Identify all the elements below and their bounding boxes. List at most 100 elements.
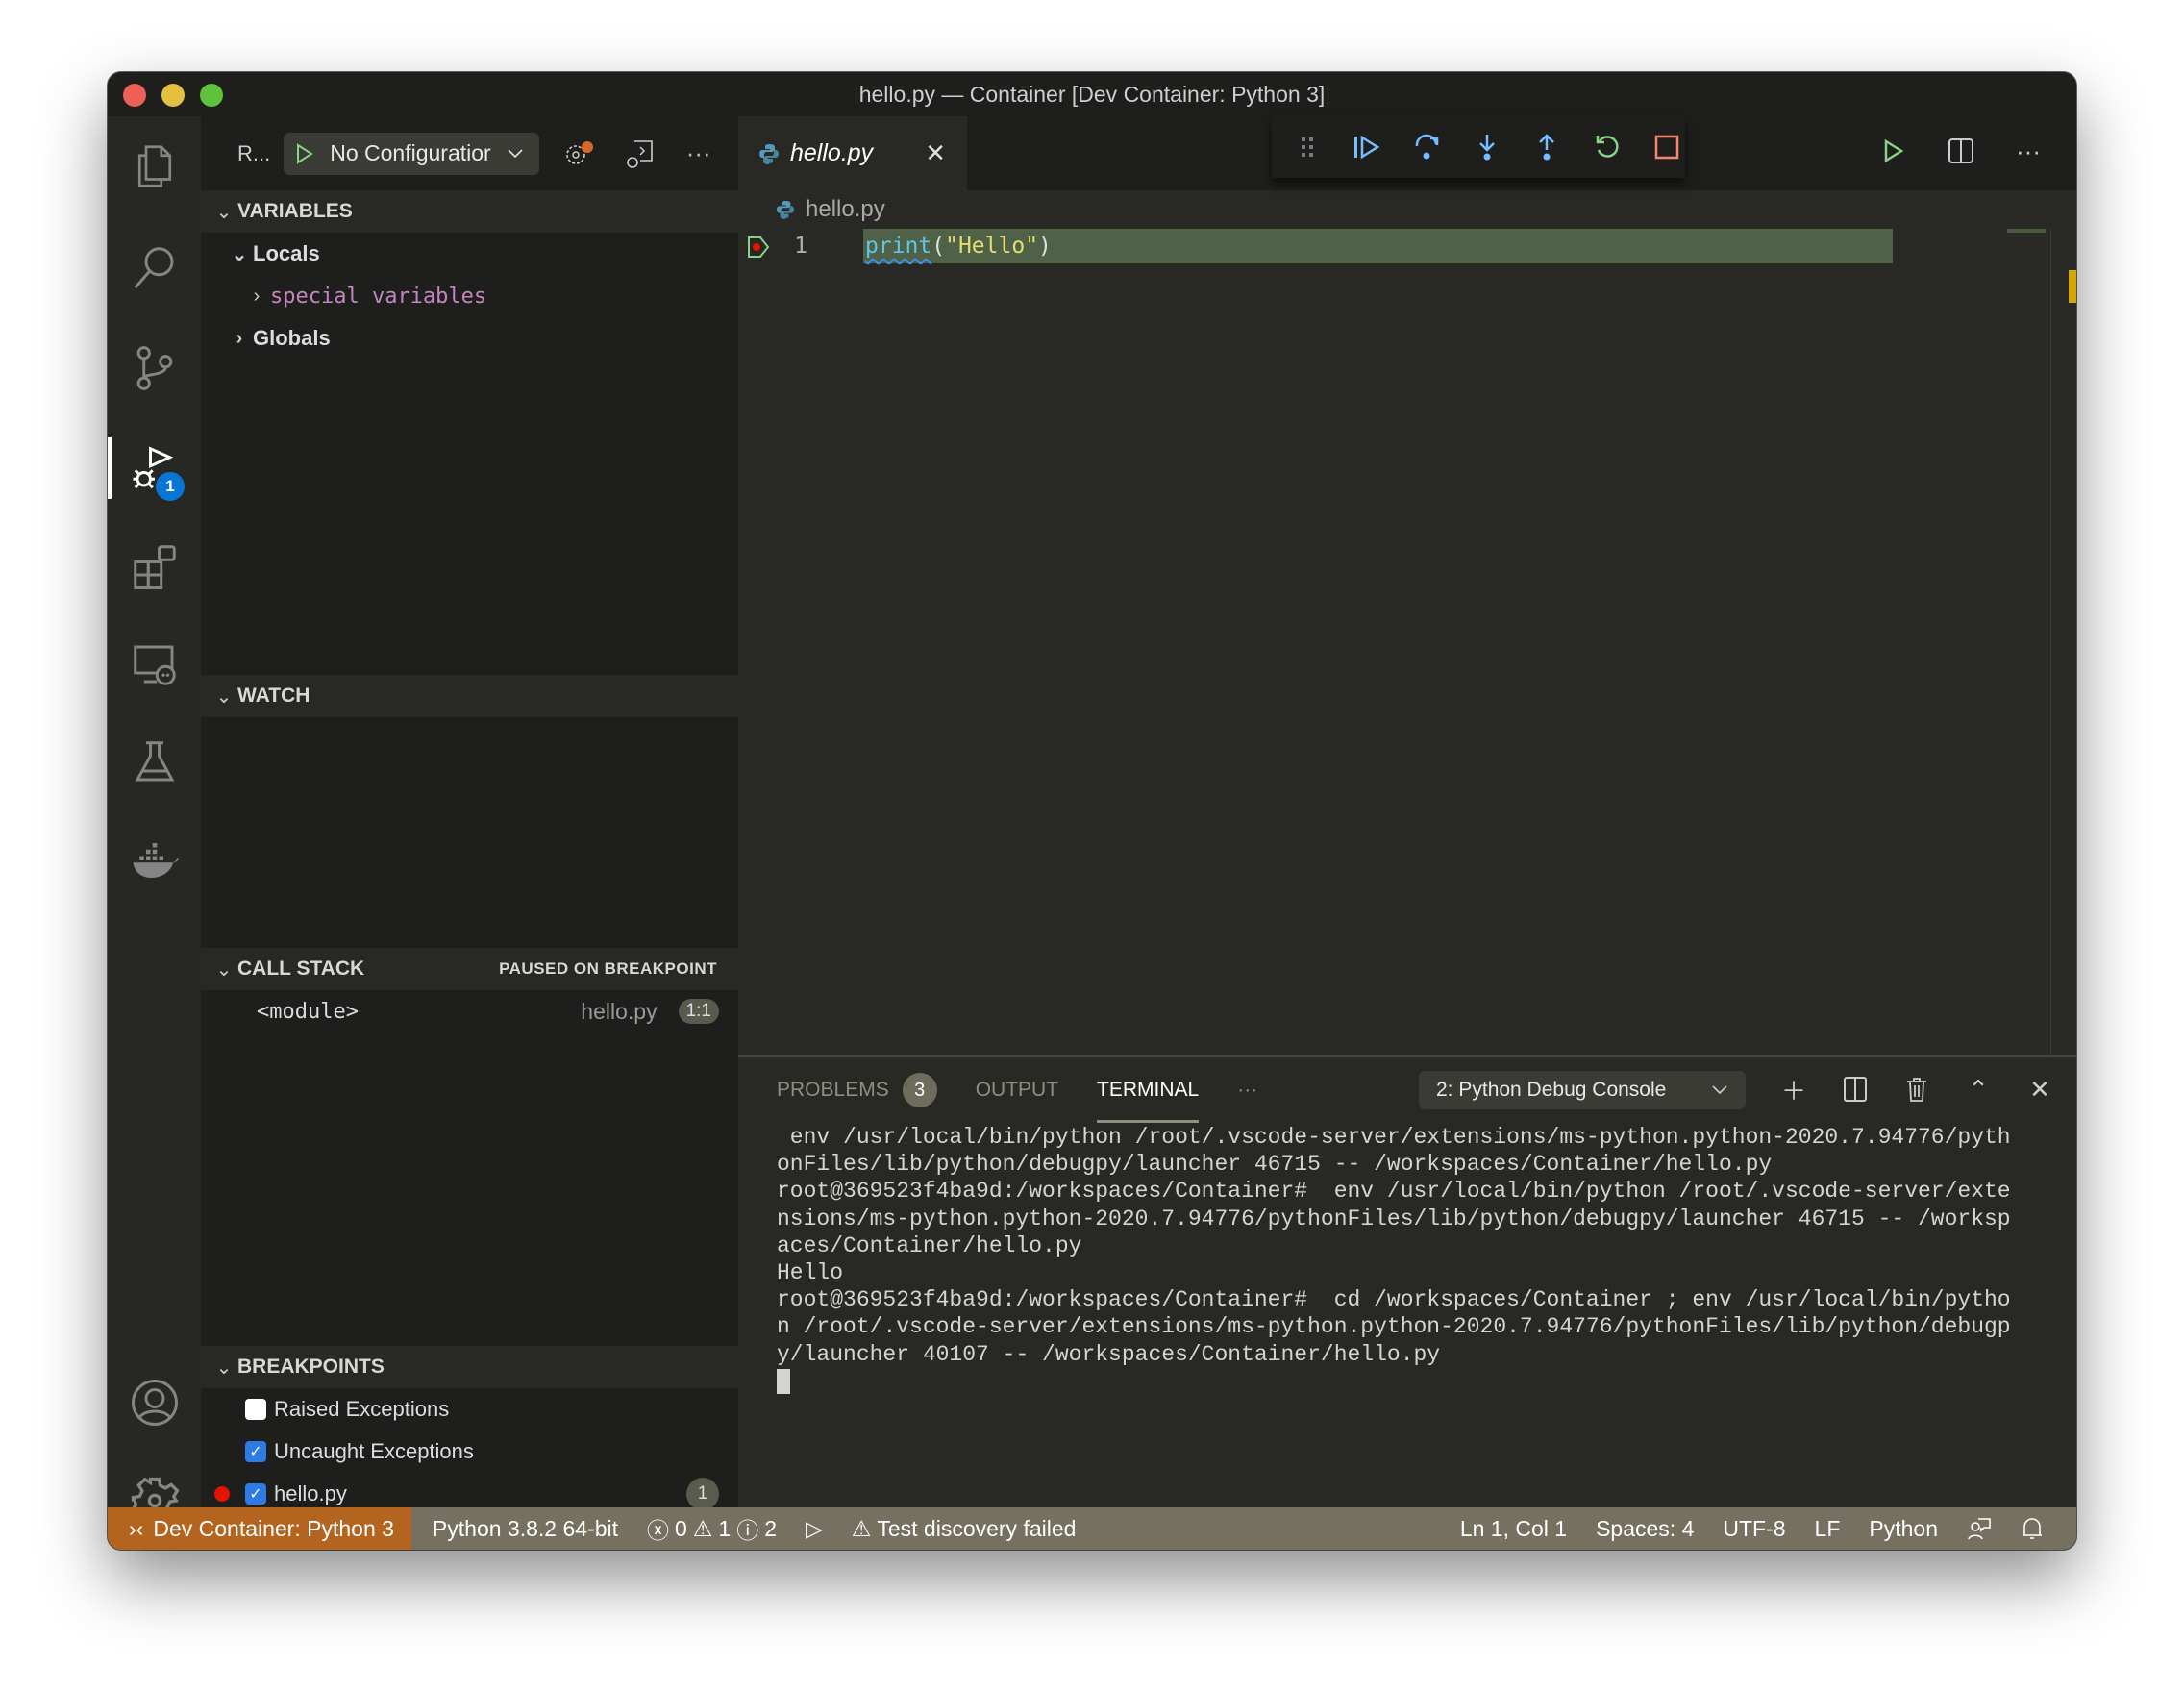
breakpoint-raised-exceptions[interactable]: Raised Exceptions: [201, 1388, 738, 1431]
breakpoints-section-header[interactable]: ⌄ BREAKPOINTS: [201, 1346, 738, 1388]
zoom-window-button[interactable]: [200, 84, 223, 107]
close-tab-icon[interactable]: ✕: [925, 138, 946, 168]
warning-icon: ⚠: [692, 1515, 713, 1541]
run-tests-button[interactable]: ▷: [806, 1516, 823, 1542]
checkbox-checked[interactable]: ✓: [245, 1441, 266, 1462]
overview-ruler: [2050, 229, 2051, 1056]
split-terminal-button[interactable]: [1838, 1070, 1873, 1108]
breakpoint-uncaught-exceptions[interactable]: ✓ Uncaught Exceptions: [201, 1431, 738, 1473]
activity-docker[interactable]: [108, 822, 201, 899]
editor-more-actions-button[interactable]: ···: [2009, 132, 2048, 170]
breakpoint-label: Raised Exceptions: [274, 1397, 450, 1421]
close-panel-button[interactable]: ✕: [2023, 1070, 2057, 1108]
step-into-icon: [1479, 135, 1495, 161]
window-controls: [123, 84, 223, 107]
minimize-window-button[interactable]: [161, 84, 185, 107]
activity-accounts[interactable]: [108, 1364, 201, 1441]
activity-remote-explorer[interactable]: [108, 626, 201, 703]
error-count: 0: [675, 1515, 687, 1541]
cursor-position[interactable]: Ln 1, Col 1: [1460, 1516, 1567, 1542]
kill-terminal-button[interactable]: [1899, 1070, 1934, 1108]
indentation[interactable]: Spaces: 4: [1596, 1516, 1694, 1542]
remote-indicator[interactable]: ›‹ Dev Container: Python 3: [108, 1507, 411, 1550]
split-editor-button[interactable]: [1942, 132, 1980, 170]
maximize-panel-button[interactable]: ⌃: [1961, 1070, 1996, 1108]
breadcrumb-file[interactable]: hello.py: [806, 196, 885, 223]
launch-configuration-dropdown[interactable]: No Configuratior: [284, 132, 539, 175]
terminal-output[interactable]: env /usr/local/bin/python /root/.vscode-…: [738, 1124, 2076, 1395]
debug-view-toolbar: R... No Configuratior ···: [201, 116, 738, 190]
more-actions-button[interactable]: ···: [680, 135, 718, 173]
tab-problems[interactable]: PROBLEMS 3: [777, 1071, 937, 1109]
tab-label: hello.py: [790, 139, 874, 166]
variables-section-header[interactable]: ⌄ VARIABLES: [201, 190, 738, 233]
split-terminal-icon: [1844, 1077, 1867, 1102]
activity-search[interactable]: [108, 230, 201, 307]
tree-item-special-variables[interactable]: › special variables: [201, 275, 738, 317]
checkbox-unchecked[interactable]: [245, 1399, 266, 1420]
python-interpreter[interactable]: Python 3.8.2 64-bit: [433, 1516, 618, 1542]
panel-more-button[interactable]: ···: [1237, 1071, 1257, 1109]
feedback-button[interactable]: [1967, 1516, 1992, 1541]
terminal-selector[interactable]: 2: Python Debug Console: [1419, 1071, 1746, 1109]
encoding[interactable]: UTF-8: [1723, 1516, 1785, 1542]
globals-label: Globals: [253, 326, 331, 350]
panel-header: PROBLEMS 3 OUTPUT TERMINAL ··· 2: Python…: [738, 1057, 2076, 1124]
language-mode[interactable]: Python: [1869, 1516, 1938, 1542]
debug-console-button[interactable]: [620, 135, 658, 173]
new-terminal-button[interactable]: ＋: [1776, 1070, 1811, 1108]
current-breakpoint-icon[interactable]: [746, 235, 771, 264]
watch-section-header[interactable]: ⌄ WATCH: [201, 675, 738, 717]
tab-label: OUTPUT: [975, 1079, 1059, 1101]
continue-button[interactable]: [1349, 128, 1385, 166]
minimap[interactable]: [2007, 229, 2046, 233]
checkbox-checked[interactable]: ✓: [245, 1483, 266, 1505]
end-of-line[interactable]: LF: [1815, 1516, 1841, 1542]
problems-summary[interactable]: ⓧ 0 ⚠ 1 ⓘ 2: [647, 1512, 777, 1545]
chevron-down-icon: ⌄: [215, 958, 233, 981]
activity-explorer[interactable]: [108, 128, 201, 205]
scrollbar-marker[interactable]: [2069, 270, 2076, 303]
line-number: 1: [794, 234, 807, 259]
activity-testing[interactable]: [108, 724, 201, 801]
indentation-label: Spaces: 4: [1596, 1515, 1695, 1541]
debug-toolbar-drag-handle[interactable]: [1289, 128, 1326, 166]
tab-output[interactable]: OUTPUT: [976, 1071, 1058, 1109]
step-into-button[interactable]: [1469, 128, 1505, 166]
tree-item-locals[interactable]: ⌄ Locals: [201, 233, 738, 275]
chevron-down-icon: [1712, 1085, 1727, 1095]
open-launch-json-button[interactable]: [560, 135, 599, 173]
token-string: "Hello": [945, 234, 1039, 259]
watch-title: WATCH: [237, 684, 310, 707]
stop-button[interactable]: [1649, 128, 1685, 166]
warning-icon: ⚠: [851, 1515, 872, 1541]
stack-frame[interactable]: <module> hello.py 1:1: [201, 990, 738, 1033]
activity-run-debug[interactable]: 1: [108, 430, 201, 507]
call-stack-section-header[interactable]: ⌄ CALL STACK PAUSED ON BREAKPOINT: [201, 948, 738, 990]
ellipsis-icon: ···: [2016, 136, 2041, 165]
restart-button[interactable]: [1588, 128, 1625, 166]
breakpoint-dot-icon: [214, 1486, 230, 1502]
start-debugging-icon[interactable]: [295, 142, 314, 165]
code-line[interactable]: 1 print("Hello"): [738, 229, 2076, 263]
tab-terminal[interactable]: TERMINAL: [1097, 1071, 1200, 1123]
run-python-file-button[interactable]: [1874, 132, 1913, 170]
frame-name: <module>: [257, 999, 359, 1024]
close-window-button[interactable]: [123, 84, 146, 107]
activity-extensions[interactable]: [108, 528, 201, 605]
python-file-icon: [777, 201, 794, 219]
files-icon: [137, 145, 171, 187]
activity-source-control[interactable]: [108, 330, 201, 407]
tab-hello-py[interactable]: hello.py ✕: [738, 116, 967, 190]
step-over-button[interactable]: [1409, 128, 1446, 166]
step-out-icon: [1539, 134, 1555, 161]
notifications-button[interactable]: [2021, 1516, 2044, 1541]
ellipsis-icon: ···: [685, 138, 711, 167]
tab-label: PROBLEMS: [777, 1079, 889, 1101]
test-status[interactable]: ⚠ Test discovery failed: [852, 1516, 1077, 1542]
step-out-button[interactable]: [1528, 128, 1565, 166]
terminal-line: aces/Container/hello.py: [777, 1232, 1082, 1258]
tree-item-globals[interactable]: › Globals: [201, 317, 738, 360]
configuration-label: No Configuratior: [330, 140, 491, 165]
search-icon: [134, 247, 173, 289]
